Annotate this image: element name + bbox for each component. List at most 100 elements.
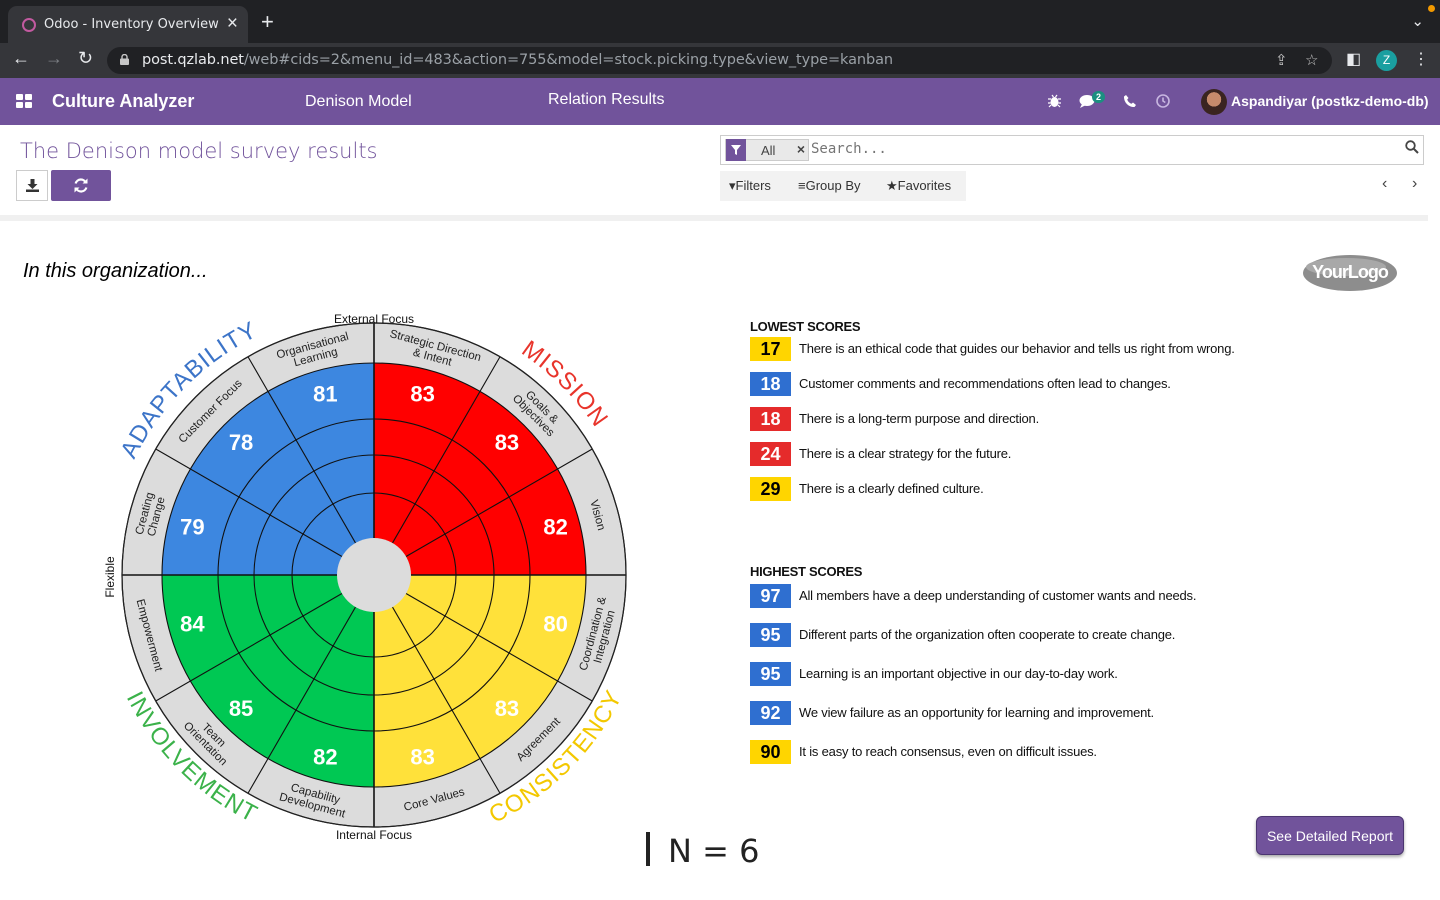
highest-score-value: 97 <box>750 584 791 608</box>
highest-scores-heading: HIGHEST SCORES <box>750 564 863 579</box>
highest-score-value: 90 <box>750 740 791 764</box>
filters-dropdown[interactable]: ▾Filters <box>729 178 771 194</box>
lowest-score-value: 17 <box>750 337 791 361</box>
app-brand[interactable]: Culture Analyzer <box>52 91 194 112</box>
menu-denison-model[interactable]: Denison Model <box>305 93 412 111</box>
menu-relation-results[interactable]: Relation Results <box>548 91 665 109</box>
activity-clock-icon[interactable] <box>1156 94 1170 108</box>
segment-value: 83 <box>410 381 434 406</box>
odoo-favicon-icon <box>22 18 36 32</box>
segment-value: 83 <box>495 696 519 721</box>
lowest-score-value: 24 <box>750 442 791 466</box>
your-logo-image: YourLogo <box>1303 255 1397 291</box>
search-facet[interactable]: All × <box>725 139 809 161</box>
side-panel-icon[interactable]: ◧ <box>1346 49 1361 69</box>
respondent-count: N = 6 <box>646 832 759 870</box>
debug-bug-icon[interactable] <box>1048 94 1061 108</box>
browser-tab[interactable]: Odoo - Inventory Overview × <box>8 6 248 43</box>
message-count-badge: 2 <box>1092 91 1106 103</box>
lowest-score-value: 29 <box>750 477 791 501</box>
browser-tab-strip: Odoo - Inventory Overview × + ⌄ <box>0 0 1440 43</box>
download-icon <box>26 179 39 192</box>
user-menu[interactable]: Aspandiyar (postkz-demo-db) <box>1231 93 1429 109</box>
trait-quadrant-mission <box>374 363 586 575</box>
denison-circumplex-chart: Strategic Direction& IntentGoals &Object… <box>103 312 627 842</box>
refresh-icon <box>74 178 88 193</box>
bookmark-star-icon[interactable]: ☆ <box>1305 51 1318 69</box>
lowest-score-value: 18 <box>750 407 791 431</box>
axis-label-bottom: Internal Focus <box>336 828 412 842</box>
back-arrow-icon[interactable]: ← <box>12 48 30 69</box>
axis-label-top: External Focus <box>334 312 414 326</box>
highest-score-value: 95 <box>750 623 791 647</box>
favorites-dropdown[interactable]: ★Favorites <box>886 178 951 194</box>
lowest-scores-heading: LOWEST SCORES <box>750 319 861 334</box>
highest-score-statement: It is easy to reach consensus, even on d… <box>799 744 1097 759</box>
lowest-score-statement: There is an ethical code that guides our… <box>799 341 1235 356</box>
center-hub <box>337 538 411 612</box>
search-options: ▾Filters ≡Group By ★Favorites <box>720 171 966 201</box>
search-icon[interactable] <box>1405 140 1419 154</box>
report-intro: In this organization... <box>23 260 208 282</box>
trait-quadrant-consistency <box>374 575 586 787</box>
axis-label-left: Flexible <box>103 556 117 598</box>
profile-avatar[interactable]: Z <box>1376 50 1397 71</box>
update-dot-icon <box>1428 5 1435 12</box>
bars-icon: ≡ <box>798 178 806 193</box>
lowest-score-value: 18 <box>750 372 791 396</box>
segment-value: 85 <box>229 696 253 721</box>
user-avatar[interactable] <box>1201 89 1227 115</box>
search-input[interactable] <box>811 141 1311 157</box>
new-tab-icon[interactable]: + <box>261 9 274 35</box>
page-title: The Denison model survey results <box>20 139 378 163</box>
url-text: post.qzlab.net/web#cids=2&menu_id=483&ac… <box>142 52 893 68</box>
lowest-score-statement: There is a long-term purpose and directi… <box>799 411 1039 426</box>
facet-label: All <box>761 143 776 158</box>
close-tab-icon[interactable]: × <box>227 13 238 35</box>
svg-text:YourLogo: YourLogo <box>1312 262 1389 282</box>
segment-value: 81 <box>313 381 337 406</box>
remove-facet-icon[interactable]: × <box>797 141 805 157</box>
lowest-score-statement: Customer comments and recommendations of… <box>799 376 1171 391</box>
control-panel: The Denison model survey results All × ▾… <box>0 125 1440 220</box>
highest-score-value: 92 <box>750 701 791 725</box>
tab-search-chevron-icon[interactable]: ⌄ <box>1411 12 1424 30</box>
favorites-label: Favorites <box>897 178 952 193</box>
refresh-button[interactable] <box>51 170 111 201</box>
lock-icon <box>120 54 129 65</box>
pager-next-icon[interactable]: › <box>1412 175 1417 193</box>
trait-quadrant-involvement <box>162 575 374 787</box>
browser-toolbar: ← → ↻ post.qzlab.net/web#cids=2&menu_id=… <box>0 43 1440 78</box>
url-path: /web#cids=2&menu_id=483&action=755&model… <box>243 52 893 68</box>
divider <box>0 215 1428 221</box>
group-by-label: Group By <box>805 178 861 193</box>
url-host: post.qzlab.net <box>142 52 244 68</box>
phone-icon[interactable] <box>1124 95 1136 107</box>
segment-value: 82 <box>543 514 567 539</box>
trait-quadrant-adaptability <box>162 363 374 575</box>
download-button[interactable] <box>16 170 48 201</box>
segment-value: 79 <box>180 514 204 539</box>
reload-icon[interactable]: ↻ <box>78 48 93 69</box>
pager-previous-icon[interactable]: ‹ <box>1382 175 1387 193</box>
share-icon[interactable]: ⇪ <box>1275 51 1288 69</box>
tab-title: Odoo - Inventory Overview <box>44 17 219 32</box>
group-by-dropdown[interactable]: ≡Group By <box>798 178 861 193</box>
lowest-score-statement: There is a clearly defined culture. <box>799 481 984 496</box>
apps-menu-icon[interactable] <box>16 94 32 108</box>
count-bar <box>646 832 650 866</box>
highest-score-statement: Different parts of the organization ofte… <box>799 627 1176 642</box>
highest-score-statement: We view failure as an opportunity for le… <box>799 705 1154 720</box>
search-bar[interactable]: All × <box>720 135 1424 165</box>
browser-menu-icon[interactable]: ⋮ <box>1413 49 1429 69</box>
segment-value: 80 <box>543 612 567 637</box>
count-label: N = 6 <box>668 832 760 870</box>
lowest-score-statement: There is a clear strategy for the future… <box>799 446 1012 461</box>
segment-value: 82 <box>313 745 337 770</box>
see-detailed-report-button[interactable]: See Detailed Report <box>1256 816 1404 855</box>
forward-arrow-icon[interactable]: → <box>45 48 63 69</box>
highest-score-statement: All members have a deep understanding of… <box>799 588 1197 603</box>
address-bar[interactable]: post.qzlab.net/web#cids=2&menu_id=483&ac… <box>107 47 1332 74</box>
segment-value: 83 <box>495 430 519 455</box>
highest-score-value: 95 <box>750 662 791 686</box>
